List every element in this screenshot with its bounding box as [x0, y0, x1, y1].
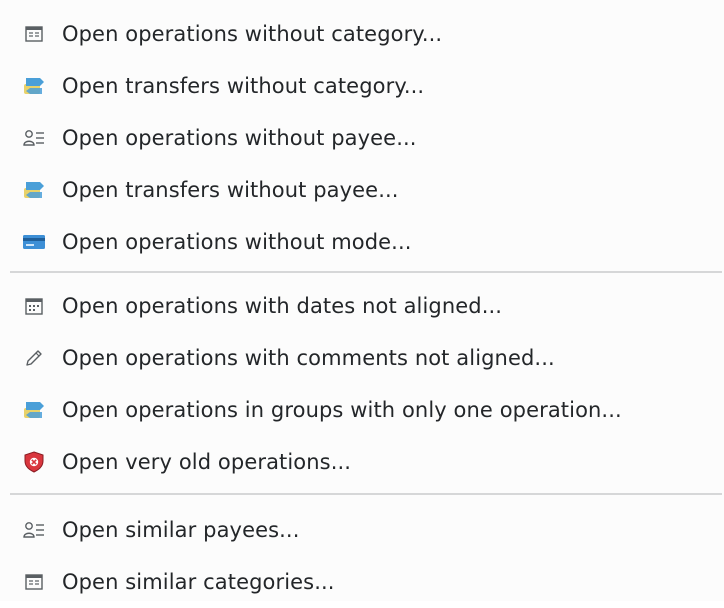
menu-item-label: Open very old operations...	[62, 450, 352, 474]
menu-item-label: Open operations without payee...	[62, 126, 417, 150]
menu-separator	[10, 271, 722, 273]
transfer-icon	[22, 74, 46, 98]
menu-item-similar-payees[interactable]: Open similar payees...	[0, 504, 724, 556]
menu-item-label: Open transfers without payee...	[62, 178, 399, 202]
menu-item-label: Open operations in groups with only one …	[62, 398, 622, 422]
categories-icon	[22, 570, 46, 594]
menu-item-transfers-without-payee[interactable]: Open transfers without payee...	[0, 164, 724, 216]
menu-item-label: Open operations with dates not aligned..…	[62, 294, 503, 318]
menu-item-transfers-without-category[interactable]: Open transfers without category...	[0, 60, 724, 112]
menu-item-label: Open operations without mode...	[62, 230, 412, 254]
menu-item-label: Open similar payees...	[62, 518, 300, 542]
transfer-icon	[22, 398, 46, 422]
transfer-icon	[22, 178, 46, 202]
menu-item-operations-without-category[interactable]: Open operations without category...	[0, 8, 724, 60]
menu-item-very-old-operations[interactable]: Open very old operations...	[0, 436, 724, 488]
menu-separator	[10, 493, 722, 495]
categories-icon	[22, 22, 46, 46]
menu-item-comments-not-aligned[interactable]: Open operations with comments not aligne…	[0, 332, 724, 384]
pencil-icon	[22, 346, 46, 370]
menu-item-groups-one-operation[interactable]: Open operations in groups with only one …	[0, 384, 724, 436]
menu-item-similar-categories[interactable]: Open similar categories...	[0, 556, 724, 608]
menu-item-label: Open operations with comments not aligne…	[62, 346, 555, 370]
menu-item-label: Open similar categories...	[62, 570, 335, 594]
menu-item-operations-without-payee[interactable]: Open operations without payee...	[0, 112, 724, 164]
menu-item-operations-without-mode[interactable]: Open operations without mode...	[0, 216, 724, 268]
menu-item-label: Open operations without category...	[62, 22, 443, 46]
menu-item-label: Open transfers without category...	[62, 74, 425, 98]
shield-icon	[22, 450, 46, 474]
calendar-icon	[22, 294, 46, 318]
context-menu: Open operations without category... Open…	[0, 0, 724, 601]
credit-card-icon	[22, 230, 46, 254]
menu-item-dates-not-aligned[interactable]: Open operations with dates not aligned..…	[0, 280, 724, 332]
payee-icon	[22, 126, 46, 150]
payee-icon	[22, 518, 46, 542]
